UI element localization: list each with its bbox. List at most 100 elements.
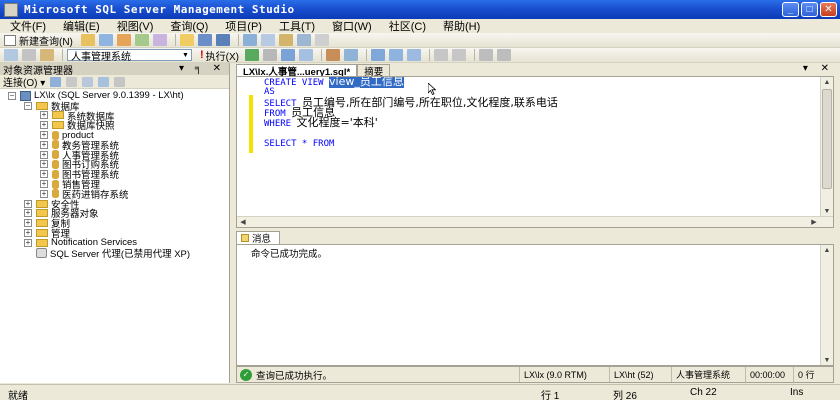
editor-vertical-scrollbar[interactable]: ▲ ▼ — [820, 77, 833, 227]
menu-window[interactable]: 窗口(W) — [332, 18, 372, 34]
menu-help[interactable]: 帮助(H) — [443, 18, 480, 34]
template-explorer-icon[interactable] — [278, 34, 293, 46]
connect-icon[interactable] — [4, 49, 18, 61]
tree-node-db[interactable]: + 图书管理系统 — [0, 169, 229, 181]
expand-icon[interactable]: + — [40, 170, 48, 179]
display-plan-icon[interactable] — [281, 49, 296, 61]
tab-messages[interactable]: 消息 — [236, 231, 281, 245]
tree-node-db[interactable]: + 医药进销存系统 — [0, 189, 229, 201]
tab-summary[interactable]: 摘要 — [357, 64, 391, 78]
close-button[interactable]: ✕ — [820, 2, 837, 17]
xmla-query-icon[interactable] — [134, 34, 149, 46]
code-line-1: CREATE VIEW view_员工信息 — [264, 76, 404, 88]
tree-node-server-objects[interactable]: + 服务器对象 — [0, 209, 229, 220]
expand-icon[interactable]: + — [40, 180, 48, 189]
database-selector-value: 人事管理系统 — [71, 51, 131, 63]
code-line-5: WHERE 文化程度='本科' — [264, 116, 378, 130]
expand-icon[interactable]: + — [40, 111, 48, 120]
database-icon — [52, 159, 59, 169]
expand-icon[interactable]: + — [24, 209, 32, 218]
scroll-right-icon[interactable]: ▶ — [808, 217, 820, 227]
tree-node-agent[interactable]: SQL Server 代理(已禁用代理 XP) — [0, 247, 229, 260]
object-explorer-icon[interactable] — [260, 34, 275, 46]
save-all-icon[interactable] — [215, 34, 230, 46]
execute-button[interactable]: ! 执行(X) — [200, 48, 239, 63]
connect-server-icon[interactable] — [50, 76, 62, 87]
maximize-button[interactable]: □ — [801, 2, 818, 17]
status-insert-mode: Ins — [790, 387, 804, 398]
sqlce-query-icon[interactable] — [152, 34, 167, 46]
menu-project[interactable]: 项目(P) — [225, 18, 262, 34]
query-designer-icon[interactable] — [299, 49, 314, 61]
folder-icon — [36, 101, 48, 110]
stop-icon[interactable] — [82, 76, 94, 87]
messages-scrollbar[interactable]: ▲ ▼ — [820, 245, 833, 365]
toolbar-options-icon[interactable] — [314, 34, 329, 46]
status-char: Ch 22 — [690, 387, 717, 398]
folder-icon — [36, 209, 48, 218]
expand-icon[interactable]: + — [24, 238, 32, 247]
tab-query1[interactable]: LX\lx.人事管...uery1.sql* — [236, 64, 358, 78]
execute-icon: ! — [200, 49, 204, 61]
db-engine-query-icon[interactable] — [80, 34, 95, 46]
status-elapsed: 00:00:00 — [745, 367, 785, 382]
cancel-query-icon[interactable] — [263, 49, 278, 61]
analysis-query-icon[interactable] — [98, 34, 113, 46]
tree-node-server[interactable]: − LX\lx (SQL Server 9.0.1399 - LX\ht) — [0, 90, 229, 101]
expand-icon[interactable]: + — [24, 219, 32, 228]
expand-icon[interactable]: + — [24, 229, 32, 238]
scroll-up-icon[interactable]: ▲ — [821, 77, 833, 87]
save-icon[interactable] — [197, 34, 212, 46]
parse-icon[interactable] — [245, 49, 260, 61]
menu-view[interactable]: 视图(V) — [117, 18, 154, 34]
expand-icon[interactable]: + — [40, 189, 48, 198]
results-file-icon[interactable] — [407, 49, 422, 61]
scroll-left-icon[interactable]: ◀ — [237, 217, 249, 227]
sql-code[interactable]: CREATE VIEW view_员工信息 AS SELECT 员工编号,所在部… — [264, 77, 558, 149]
collapse-icon[interactable]: − — [24, 101, 32, 110]
menu-tools[interactable]: 工具(T) — [279, 18, 315, 34]
expand-icon[interactable]: + — [24, 199, 32, 208]
increase-indent-icon[interactable] — [497, 49, 512, 61]
minimize-button[interactable]: _ — [782, 2, 799, 17]
status-database: 人事管理系统 — [671, 367, 730, 382]
expand-icon[interactable]: + — [40, 131, 48, 140]
expand-icon[interactable]: + — [40, 140, 48, 149]
scroll-down-icon[interactable]: ▼ — [821, 355, 833, 365]
open-file-icon[interactable] — [179, 34, 194, 46]
editor-horizontal-scrollbar[interactable]: ◀ ▶ — [237, 216, 833, 227]
database-selector[interactable]: 人事管理系统 ▼ — [67, 49, 192, 63]
expand-icon[interactable]: + — [40, 121, 48, 130]
scroll-down-icon[interactable]: ▼ — [821, 206, 833, 216]
disconnect-icon[interactable] — [22, 49, 36, 61]
mdx-query-icon[interactable] — [116, 34, 131, 46]
decrease-indent-icon[interactable] — [479, 49, 494, 61]
client-stats-icon[interactable] — [344, 49, 359, 61]
include-plan-icon[interactable] — [326, 49, 341, 61]
registered-servers-icon[interactable] — [242, 34, 257, 46]
results-text-icon[interactable] — [371, 49, 386, 61]
uncomment-icon[interactable] — [452, 49, 467, 61]
filter-icon[interactable] — [114, 76, 126, 87]
app-icon — [4, 2, 18, 17]
disconnect-server-icon[interactable] — [66, 76, 78, 87]
collapse-icon[interactable]: − — [8, 91, 16, 100]
results-grid-icon[interactable] — [389, 49, 404, 61]
panel-controls[interactable]: ▾ ╕ ✕ — [179, 63, 225, 74]
refresh-icon[interactable] — [98, 76, 110, 87]
query-editor[interactable]: CREATE VIEW view_员工信息 AS SELECT 员工编号,所在部… — [236, 76, 834, 228]
tree-node-replication[interactable]: + 复制 — [0, 218, 229, 230]
expand-icon[interactable]: + — [40, 160, 48, 169]
tree-node-db[interactable]: + 数据库快照 — [0, 120, 229, 132]
properties-icon[interactable] — [296, 34, 311, 46]
expand-icon[interactable]: + — [40, 150, 48, 159]
menu-query[interactable]: 查询(Q) — [170, 18, 208, 34]
menu-community[interactable]: 社区(C) — [389, 18, 426, 34]
scroll-thumb[interactable] — [822, 89, 832, 189]
comment-icon[interactable] — [434, 49, 449, 61]
new-query-button[interactable]: 新建查询(N) — [4, 33, 73, 48]
status-column: 列 26 — [613, 391, 637, 400]
change-connection-icon[interactable] — [40, 49, 54, 61]
tab-controls[interactable]: ▾ ✕ — [803, 63, 834, 74]
scroll-up-icon[interactable]: ▲ — [821, 245, 833, 255]
